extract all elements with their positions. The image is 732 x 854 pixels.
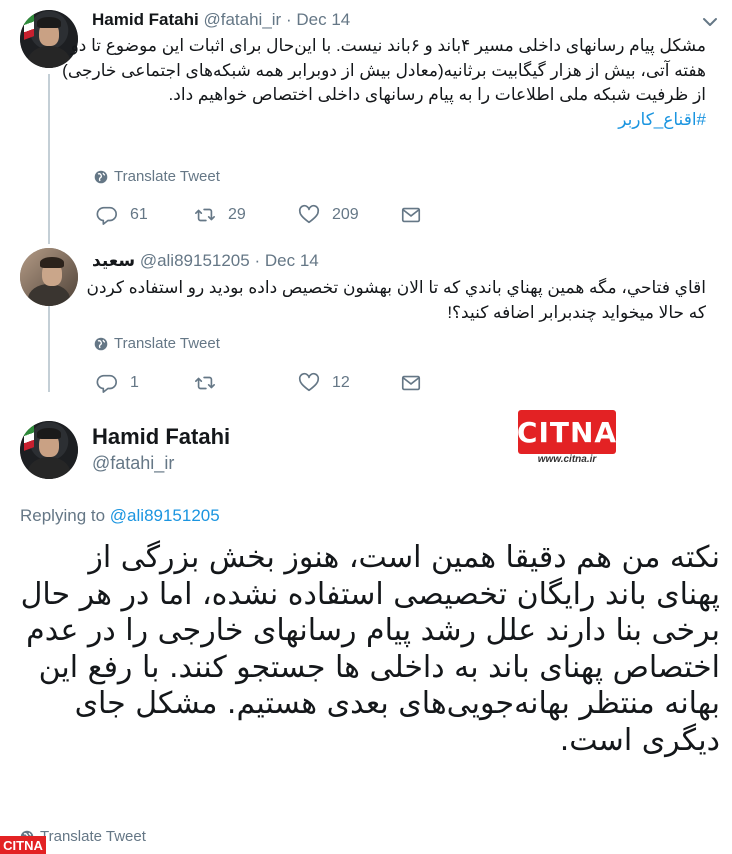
replying-to: Replying to @ali89151205 bbox=[20, 506, 220, 526]
heart-icon bbox=[298, 204, 320, 224]
retweet-button[interactable]: 29 bbox=[194, 204, 298, 226]
message-button[interactable] bbox=[400, 204, 422, 226]
logo-url: www.citna.ir bbox=[537, 454, 597, 465]
logo-text: CITNA bbox=[516, 415, 618, 449]
tweet-date[interactable]: Dec 14 bbox=[265, 251, 319, 270]
thread-line bbox=[48, 74, 50, 244]
like-count: 12 bbox=[332, 374, 350, 391]
author-handle[interactable]: @fatahi_ir bbox=[92, 453, 174, 474]
author-handle[interactable]: @ali89151205 bbox=[140, 251, 250, 270]
replying-to-handle-link[interactable]: @ali89151205 bbox=[110, 506, 220, 525]
retweet-count: 29 bbox=[228, 206, 246, 223]
avatar[interactable] bbox=[20, 248, 78, 306]
separator-dot: · bbox=[254, 251, 261, 270]
reply-button[interactable]: 1 bbox=[96, 372, 194, 394]
retweet-icon bbox=[195, 376, 215, 390]
globe-icon bbox=[94, 170, 108, 183]
author-name[interactable]: سعید bbox=[92, 251, 135, 270]
author-handle[interactable]: @fatahi_ir bbox=[203, 10, 281, 29]
avatar[interactable] bbox=[20, 421, 78, 479]
message-icon bbox=[401, 207, 421, 223]
tweet-header: Hamid Fatahi @fatahi_ir · Dec 14 bbox=[92, 10, 350, 30]
like-button[interactable]: 12 bbox=[298, 372, 400, 394]
thread-line bbox=[48, 292, 50, 392]
globe-icon bbox=[94, 337, 108, 350]
tweet-header: سعید @ali89151205 · Dec 14 bbox=[92, 251, 319, 271]
message-icon bbox=[401, 375, 421, 391]
author-name[interactable]: Hamid Fatahi bbox=[92, 10, 199, 29]
like-count: 209 bbox=[332, 206, 359, 223]
reply-count: 1 bbox=[130, 374, 139, 391]
reply-count: 61 bbox=[130, 206, 148, 223]
translate-tweet-link[interactable]: Translate Tweet bbox=[94, 168, 220, 185]
retweet-button[interactable] bbox=[194, 372, 298, 394]
message-button[interactable] bbox=[400, 372, 422, 394]
translate-label: Translate Tweet bbox=[40, 828, 146, 845]
tweet-body: اقاي فتاحي، مگه همين پهناي باندي که تا ا… bbox=[86, 278, 706, 322]
reply-icon bbox=[96, 206, 117, 225]
hashtag-link[interactable]: #اقناع_کاربر bbox=[618, 110, 706, 129]
action-bar: 61 29 209 bbox=[96, 204, 422, 226]
tweet-text: اقاي فتاحي، مگه همين پهناي باندي که تا ا… bbox=[80, 276, 706, 325]
reply-button[interactable]: 61 bbox=[96, 204, 194, 226]
heart-icon bbox=[298, 372, 320, 392]
separator-dot: · bbox=[285, 10, 292, 29]
author-name[interactable]: Hamid Fatahi bbox=[92, 424, 230, 450]
chevron-down-icon[interactable] bbox=[702, 14, 718, 30]
translate-tweet-link[interactable]: Translate Tweet bbox=[94, 335, 220, 352]
like-button[interactable]: 209 bbox=[298, 204, 400, 226]
citna-watermark: CITNA bbox=[0, 836, 46, 854]
tweet-body: مشکل پیام رسانهای داخلی مسیر ۴باند و ۶با… bbox=[62, 36, 706, 104]
action-bar: 1 12 bbox=[96, 372, 422, 394]
translate-label: Translate Tweet bbox=[114, 168, 220, 185]
retweet-icon bbox=[195, 208, 215, 222]
reply-icon bbox=[96, 374, 117, 393]
citna-logo: CITNA www.citna.ir bbox=[516, 410, 618, 466]
translate-label: Translate Tweet bbox=[114, 335, 220, 352]
main-tweet-text: نکته من هم دقیقا همین است، هنوز بخش بزرگ… bbox=[20, 540, 720, 758]
tweet-text: مشکل پیام رسانهای داخلی مسیر ۴باند و ۶با… bbox=[60, 34, 706, 132]
replying-prefix: Replying to bbox=[20, 506, 106, 525]
tweet-date[interactable]: Dec 14 bbox=[296, 10, 350, 29]
